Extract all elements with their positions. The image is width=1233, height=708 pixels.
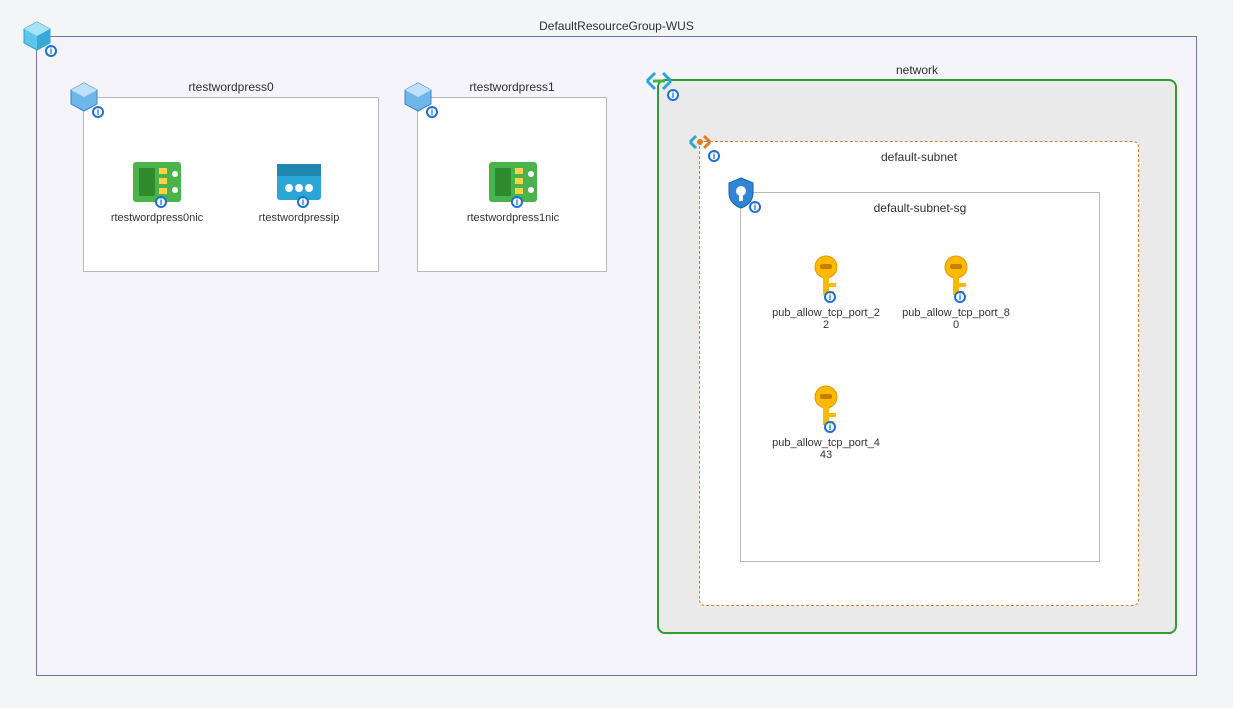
info-icon[interactable]: i: [954, 291, 966, 303]
info-icon[interactable]: i: [824, 421, 836, 433]
group-title: rtestwordpress0: [84, 80, 378, 94]
resource-group-title: DefaultResourceGroup-WUS: [37, 19, 1196, 33]
info-icon[interactable]: i: [824, 291, 836, 303]
key-icon: i: [928, 253, 984, 301]
node-public-ip[interactable]: i rtestwordpressip: [244, 158, 354, 224]
info-icon[interactable]: i: [297, 196, 309, 208]
vm-group-icon: i: [66, 80, 102, 116]
info-icon[interactable]: i: [92, 106, 104, 118]
diagram-canvas[interactable]: DefaultResourceGroup-WUS i rtestwordpres…: [0, 0, 1233, 708]
group-title: default-subnet-sg: [741, 201, 1099, 215]
node-label: pub_allow_tcp_port_22: [771, 307, 881, 331]
public-ip-icon: i: [271, 158, 327, 206]
node-security-rule[interactable]: i pub_allow_tcp_port_443: [771, 383, 881, 461]
group-title: rtestwordpress1: [418, 80, 606, 94]
key-icon: i: [798, 253, 854, 301]
group-rtestwordpress0[interactable]: rtestwordpress0 i: [83, 97, 379, 272]
group-title: default-subnet: [700, 150, 1138, 164]
subnet-icon: i: [682, 124, 718, 160]
info-icon[interactable]: i: [511, 196, 523, 208]
nic-icon: i: [485, 158, 541, 206]
group-network[interactable]: network i default-subnet: [657, 79, 1177, 634]
group-rtestwordpress1[interactable]: rtestwordpress1 i: [417, 97, 607, 272]
node-security-rule[interactable]: i pub_allow_tcp_port_22: [771, 253, 881, 331]
node-label: rtestwordpressip: [244, 212, 354, 224]
node-label: pub_allow_tcp_port_443: [771, 437, 881, 461]
info-icon[interactable]: i: [749, 201, 761, 213]
nsg-icon: i: [723, 175, 759, 211]
group-subnet[interactable]: default-subnet i default-subnet-sg: [699, 141, 1139, 606]
info-icon[interactable]: i: [45, 45, 57, 57]
node-nic[interactable]: i rtestwordpress1nic: [458, 158, 568, 224]
info-icon[interactable]: i: [426, 106, 438, 118]
node-label: pub_allow_tcp_port_80: [901, 307, 1011, 331]
nic-icon: i: [129, 158, 185, 206]
node-label: rtestwordpress0nic: [102, 212, 212, 224]
group-security-group[interactable]: default-subnet-sg i: [740, 192, 1100, 562]
vnet-icon: i: [641, 63, 677, 99]
info-icon[interactable]: i: [708, 150, 720, 162]
node-security-rule[interactable]: i pub_allow_tcp_port_80: [901, 253, 1011, 331]
node-label: rtestwordpress1nic: [458, 212, 568, 224]
vm-group-icon: i: [400, 80, 436, 116]
resource-group-icon: i: [19, 19, 55, 55]
node-nic[interactable]: i rtestwordpress0nic: [102, 158, 212, 224]
info-icon[interactable]: i: [667, 89, 679, 101]
group-title: network: [659, 63, 1175, 77]
info-icon[interactable]: i: [155, 196, 167, 208]
resource-group-box[interactable]: DefaultResourceGroup-WUS i rtestwordpres…: [36, 36, 1197, 676]
key-icon: i: [798, 383, 854, 431]
